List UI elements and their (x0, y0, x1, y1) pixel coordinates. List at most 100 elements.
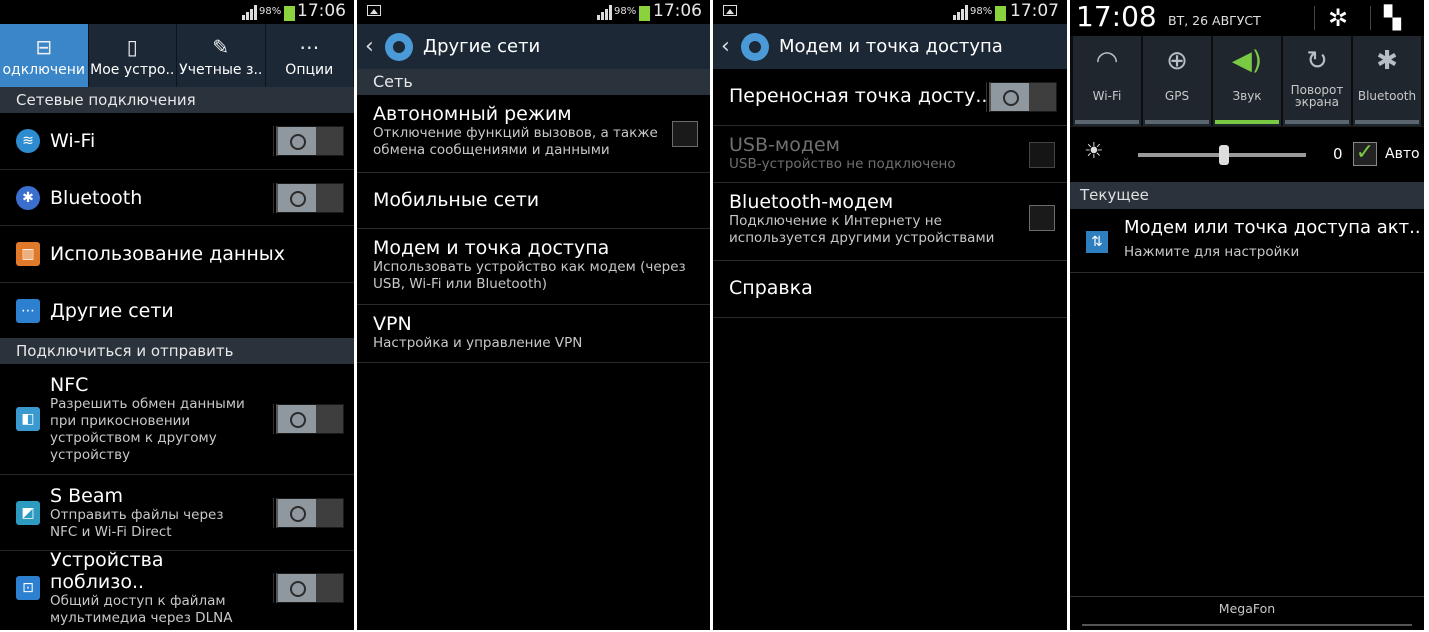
tab-options[interactable]: ⋯ Опции (266, 24, 354, 87)
quick-toggle-bluetooth[interactable]: ✱ Bluetooth (1353, 36, 1421, 126)
action-bar: ‹ Другие сети (357, 24, 710, 69)
battery-icon (995, 4, 1006, 21)
brightness-value: 0 (1333, 145, 1343, 163)
action-bar: ‹ Модем и точка доступа (713, 24, 1067, 69)
status-bar: 98% 17:06 (357, 0, 710, 24)
bluetooth-toggle[interactable] (276, 182, 344, 213)
shade-header: 17:08 ВТ, 26 АВГУСТ ✲ ▚ (1070, 0, 1424, 36)
battery-icon (284, 4, 295, 21)
page-title: Модем и точка доступа (779, 36, 1003, 57)
nfc-icon: ◧ (16, 407, 40, 431)
status-time: 17:06 (653, 1, 702, 21)
shade-handle[interactable] (1082, 624, 1412, 626)
section-network-connections: Сетевые подключения (0, 87, 354, 113)
nearby-devices-toggle[interactable] (276, 573, 344, 603)
tab-label: Учетные з.. (179, 61, 263, 78)
tethering-item[interactable]: Модем и точка доступа Использовать устро… (357, 229, 710, 305)
tethering-title: Модем и точка доступа (373, 237, 610, 259)
bluetooth-icon: ✱ (1376, 46, 1398, 76)
tab-label: Опции (285, 61, 334, 78)
other-networks-label: Другие сети (50, 299, 174, 322)
settings-gear-icon (385, 32, 413, 61)
other-networks-screen: 98% 17:06 ‹ Другие сети Сеть Автономный … (357, 0, 710, 630)
wifi-row[interactable]: ≋ Wi-Fi (0, 113, 354, 170)
sbeam-row[interactable]: ◩ S Beam Отправить файлы через NFC и Wi-… (0, 475, 354, 551)
tab-my-device[interactable]: ▯ Мое устро.. (89, 24, 177, 87)
bluetooth-modem-item[interactable]: Bluetooth-модем Подключение к Интернету … (713, 183, 1067, 261)
bluetooth-modem-checkbox[interactable] (1029, 205, 1055, 231)
sbeam-toggle[interactable] (276, 497, 344, 528)
tab-label: Мое устро.. (90, 61, 175, 78)
quick-toggle-gps[interactable]: ⊕ GPS (1143, 36, 1211, 126)
quick-toggle-label: Поворот экрана (1290, 83, 1344, 109)
bluetooth-row[interactable]: ✱ Bluetooth (0, 170, 354, 226)
vpn-item[interactable]: VPN Настройка и управление VPN (357, 305, 710, 363)
airplane-mode-checkbox[interactable] (672, 121, 698, 147)
nearby-devices-title: Устройства поблизо.. (50, 549, 164, 593)
bluetooth-icon: ✱ (16, 185, 40, 210)
battery-percent: 98% (259, 6, 282, 17)
quick-toggle-sound[interactable]: ◀) Звук (1213, 36, 1281, 126)
portable-hotspot-item[interactable]: Переносная точка досту.. (713, 69, 1067, 126)
sound-icon: ◀) (1231, 46, 1263, 76)
auto-brightness-checkbox[interactable]: ✓ (1353, 142, 1377, 166)
nfc-description: Разрешить обмен данными при прикосновени… (50, 396, 245, 463)
quick-toggle-label: Bluetooth (1357, 89, 1417, 103)
accounts-icon: ✎ (212, 34, 230, 59)
vpn-title: VPN (373, 313, 412, 335)
battery-percent: 98% (970, 6, 993, 17)
carrier-label: MegaFon (1070, 596, 1424, 624)
notification-subtitle: Нажмите для настройки (1124, 244, 1300, 260)
usb-modem-item[interactable]: USB-модем USB-устройство не подключено (713, 126, 1067, 183)
wifi-icon: ◠ (1095, 46, 1119, 76)
auto-brightness-label: Авто (1385, 146, 1420, 162)
quick-toggle-label: GPS (1164, 89, 1190, 103)
tab-accounts[interactable]: ✎ Учетные з.. (177, 24, 266, 87)
shade-date: ВТ, 26 АВГУСТ (1168, 13, 1261, 28)
battery-percent: 98% (614, 6, 637, 17)
data-usage-label: Использование данных (50, 243, 285, 265)
quick-toggle-rotation[interactable]: ↻ Поворот экрана (1283, 36, 1351, 126)
portable-hotspot-toggle[interactable] (989, 82, 1057, 112)
image-notification-icon (367, 5, 381, 16)
settings-tabs: ⊟ одключени ▯ Мое устро.. ✎ Учетные з.. … (0, 24, 354, 87)
nearby-devices-description: Общий доступ к файлам мультимедиа через … (50, 593, 233, 626)
notification-shade: 17:08 ВТ, 26 АВГУСТ ✲ ▚ ◠ Wi-Fi ⊕ GPS ◀)… (1070, 0, 1424, 630)
quick-toggle-wifi[interactable]: ◠ Wi-Fi (1073, 36, 1141, 126)
my-device-icon: ▯ (126, 34, 138, 59)
back-arrow-icon[interactable]: ‹ (365, 34, 379, 59)
ongoing-header: Текущее (1070, 182, 1424, 209)
brightness-slider-thumb[interactable] (1219, 145, 1229, 165)
settings-icon[interactable]: ✲ (1328, 4, 1348, 32)
back-arrow-icon[interactable]: ‹ (721, 34, 735, 59)
nfc-title: NFC (50, 374, 89, 396)
nearby-devices-row[interactable]: ⊡ Устройства поблизо.. Общий доступ к фа… (0, 549, 354, 626)
help-item[interactable]: Справка (713, 261, 1067, 318)
mobile-networks-item[interactable]: Мобильные сети (357, 173, 710, 229)
vpn-description: Настройка и управление VPN (373, 335, 583, 351)
connections-screen: 98% 17:06 ⊟ одключени ▯ Мое устро.. ✎ Уч… (0, 0, 354, 630)
nfc-row[interactable]: ◧ NFC Разрешить обмен данными при прикос… (0, 364, 354, 475)
airplane-mode-title: Автономный режим (373, 103, 572, 125)
tethering-notification[interactable]: ⇅ Модем или точка доступа акт.. Нажмите … (1070, 209, 1424, 273)
sbeam-title: S Beam (50, 484, 123, 507)
sbeam-description: Отправить файлы через NFC и Wi-Fi Direct (50, 506, 224, 540)
usb-icon: ⇅ (1086, 231, 1108, 253)
image-notification-icon (723, 5, 737, 16)
more-networks-icon: ⋯ (16, 298, 40, 323)
section-connect-share: Подключиться и отправить (0, 338, 354, 364)
section-network: Сеть (357, 69, 710, 95)
quick-panel-grid-icon[interactable]: ▚ (1384, 6, 1401, 31)
tab-connections[interactable]: ⊟ одключени (0, 24, 89, 87)
wifi-toggle[interactable] (276, 126, 344, 156)
nfc-toggle[interactable] (276, 404, 344, 434)
tethering-description: Использовать устройство как модем (через… (373, 259, 686, 292)
signal-icon (597, 5, 613, 20)
other-networks-row[interactable]: ⋯ Другие сети (0, 283, 354, 338)
airplane-mode-item[interactable]: Автономный режим Отключение функций вызо… (357, 95, 710, 173)
sbeam-icon: ◩ (16, 500, 40, 525)
page-title: Другие сети (423, 36, 541, 57)
usb-modem-checkbox[interactable] (1029, 142, 1055, 168)
bluetooth-modem-title: Bluetooth-модем (729, 191, 894, 213)
data-usage-row[interactable]: ▥ Использование данных (0, 226, 354, 283)
